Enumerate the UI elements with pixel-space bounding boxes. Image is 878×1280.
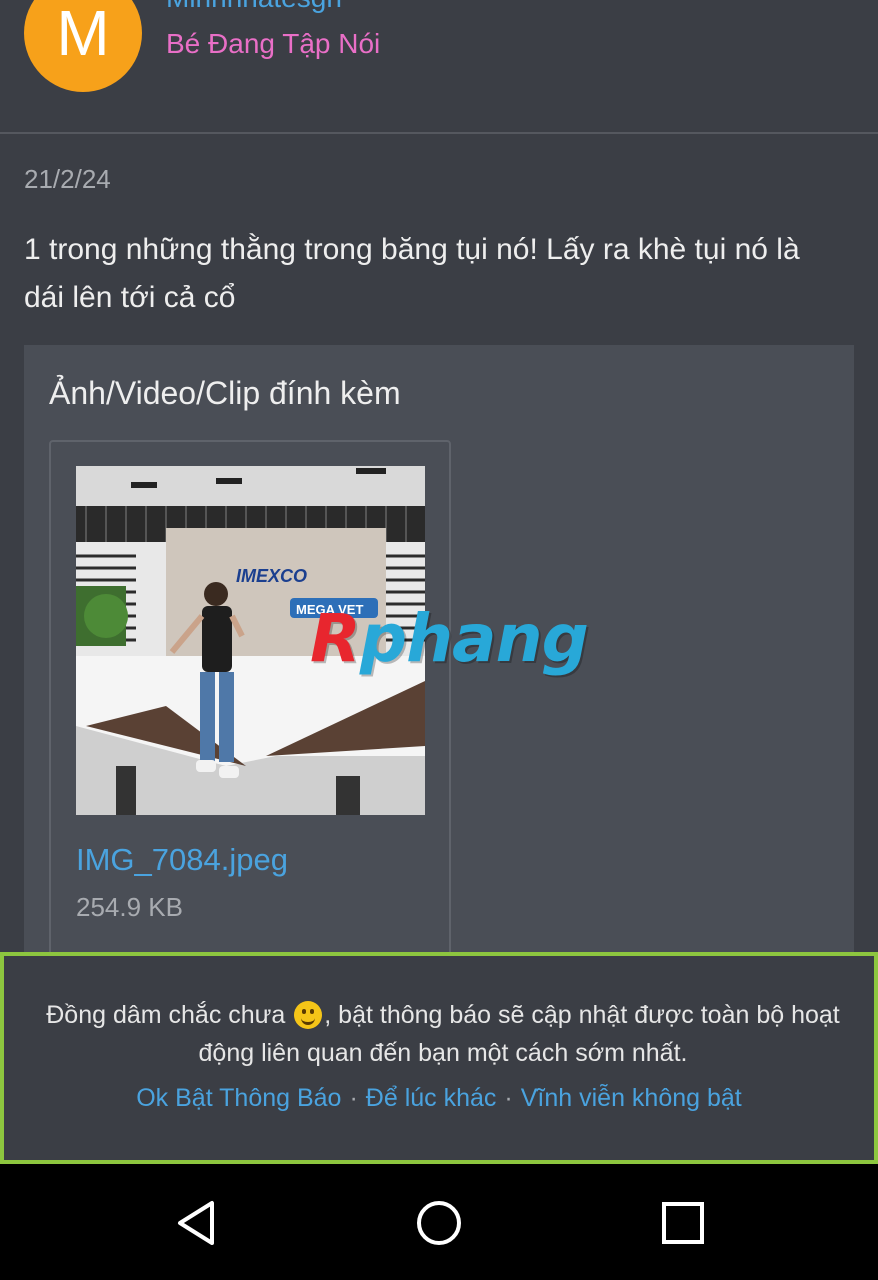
post-header: M Minhnhatesgn Bé Đang Tập Nói bbox=[0, 0, 878, 134]
never-enable-link[interactable]: Vĩnh viễn không bật bbox=[521, 1084, 742, 1112]
back-button[interactable] bbox=[172, 1198, 222, 1248]
username-link[interactable]: Minhnhatesgn bbox=[166, 0, 342, 14]
recent-apps-button[interactable] bbox=[658, 1198, 708, 1248]
attachment-card[interactable]: IMEXCO MEGA VET IMG_7084.jpeg 254.9 KB bbox=[49, 440, 451, 1000]
attachment-filesize: 254.9 KB bbox=[76, 892, 183, 922]
remind-later-link[interactable]: Để lúc khác bbox=[366, 1084, 497, 1112]
post-body: 1 trong những thằng trong băng tụi nó! L… bbox=[24, 233, 800, 314]
separator: · bbox=[349, 1084, 358, 1112]
notification-actions: Ok Bật Thông Báo · Để lúc khác · Vĩnh viễn k… bbox=[4, 1084, 874, 1113]
separator: · bbox=[504, 1084, 513, 1112]
enable-notifications-link[interactable]: Ok Bật Thông Báo bbox=[136, 1084, 341, 1112]
attachment-filename-link[interactable]: IMG_7084.jpeg bbox=[76, 842, 288, 878]
back-icon bbox=[178, 1201, 214, 1245]
notification-message: Đồng dâm chắc chưa , bật thông báo sẽ cậ… bbox=[46, 1001, 840, 1067]
post-date: 21/2/24 bbox=[24, 164, 111, 194]
home-button[interactable] bbox=[414, 1198, 464, 1248]
attachments-title: Ảnh/Video/Clip đính kèm bbox=[49, 375, 401, 411]
home-icon bbox=[417, 1201, 461, 1245]
site-watermark: Rphang bbox=[310, 600, 589, 677]
recent-apps-icon bbox=[662, 1202, 704, 1244]
notification-prompt: Đồng dâm chắc chưa , bật thông báo sẽ cậ… bbox=[0, 952, 878, 1164]
user-title: Bé Đang Tập Nói bbox=[166, 28, 381, 59]
user-avatar[interactable]: M bbox=[24, 0, 142, 92]
attachments-block: Ảnh/Video/Clip đính kèm IMEXCO MEGA VET … bbox=[24, 345, 854, 1045]
smiley-icon bbox=[294, 1001, 323, 1029]
svg-text:IMEXCO: IMEXCO bbox=[236, 566, 307, 586]
system-navigation-bar bbox=[0, 1164, 878, 1280]
